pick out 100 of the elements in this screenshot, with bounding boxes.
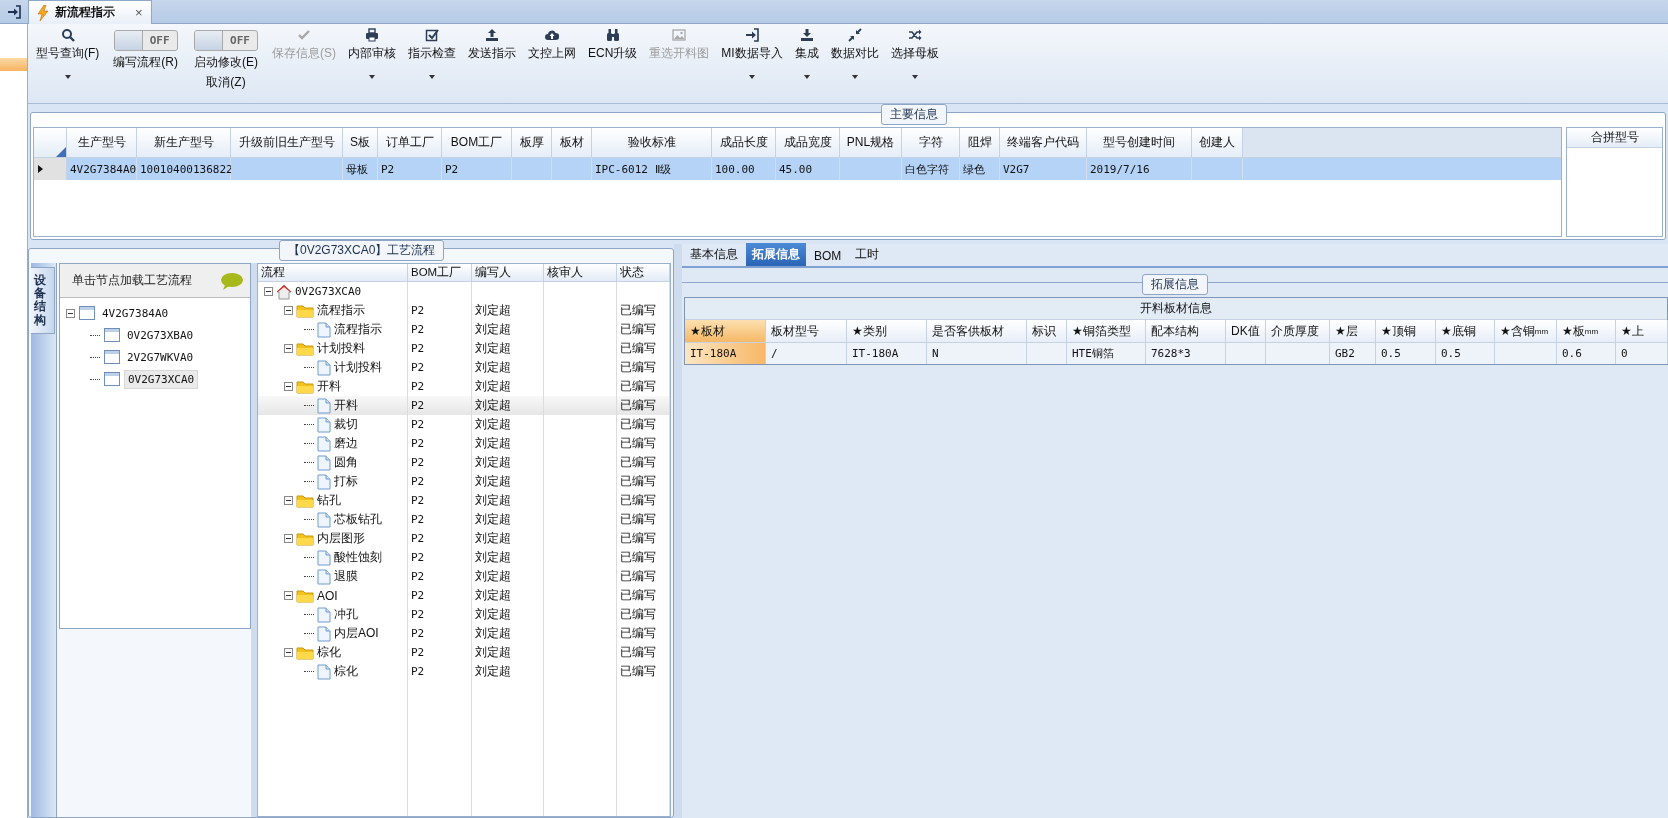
- toolbar-button[interactable]: MI数据导入: [715, 24, 789, 100]
- tree-item[interactable]: 4V2G7384A0: [99, 304, 172, 322]
- toolbar-button[interactable]: 选择母板: [884, 24, 945, 100]
- tree-row[interactable]: AOI P2 刘定超 已编写: [258, 586, 670, 605]
- close-button[interactable]: ×: [135, 5, 143, 20]
- column-header[interactable]: 配本结构: [1146, 320, 1226, 342]
- vertical-tab[interactable]: 设备结构: [31, 267, 55, 334]
- tree-row[interactable]: 磨边 P2 刘定超 已编写: [258, 434, 670, 453]
- column-header[interactable]: ★类别: [847, 320, 927, 342]
- toolbar-button[interactable]: ECN升级: [582, 24, 644, 100]
- toolbar-button[interactable]: 型号查询(F): [30, 24, 106, 100]
- tree-item[interactable]: 2V2G7WKVA0: [124, 348, 197, 366]
- table-cell: P2: [411, 399, 425, 412]
- column-header[interactable]: 订单工厂: [378, 128, 442, 158]
- tree-row[interactable]: 棕化 P2 刘定超 已编写: [258, 643, 670, 662]
- tree-row[interactable]: 内层图形 P2 刘定超 已编写: [258, 529, 670, 548]
- collapse-icon[interactable]: [264, 287, 273, 296]
- tab[interactable]: 工时: [849, 243, 886, 266]
- collapse-icon[interactable]: [284, 382, 293, 391]
- column-header[interactable]: 生产型号: [67, 128, 137, 158]
- collapse-icon[interactable]: [284, 648, 293, 657]
- column-header[interactable]: ★上: [1616, 320, 1668, 342]
- column-header[interactable]: S板: [343, 128, 378, 158]
- tree-row[interactable]: 冲孔 P2 刘定超 已编写: [258, 605, 670, 624]
- tree-label: 裁切: [334, 416, 358, 433]
- table-row[interactable]: 4V2G7384A0 10010400136822 母板 P2 P2 IPC-6012 Ⅱ级 100.00 45.00 白色字符 绿色 V2G7 2019/7/16: [34, 158, 1561, 180]
- toolbar-button[interactable]: 指示检查: [402, 24, 462, 100]
- table-cell: P2: [411, 456, 425, 469]
- tree-item[interactable]: 0V2G73XCA0: [124, 369, 199, 389]
- column-header[interactable]: 核审人: [544, 264, 617, 281]
- tree-row[interactable]: 流程指示 P2 刘定超 已编写: [258, 320, 670, 339]
- collapse-icon[interactable]: [284, 496, 293, 505]
- toolbar-button[interactable]: 发送指示: [462, 24, 522, 100]
- column-header[interactable]: PNL规格: [840, 128, 902, 158]
- tree-row[interactable]: 开料 P2 刘定超 已编写: [258, 396, 670, 415]
- column-header[interactable]: ★铜箔类型: [1067, 320, 1146, 342]
- column-header[interactable]: BOM工厂: [408, 264, 472, 281]
- tree-row[interactable]: 退膜 P2 刘定超 已编写: [258, 567, 670, 586]
- toolbar-button[interactable]: 文控上网: [522, 24, 582, 100]
- table-cell: 0.6: [1557, 342, 1616, 364]
- column-header[interactable]: ★顶铜: [1376, 320, 1436, 342]
- table-cell: 刘定超: [475, 625, 511, 642]
- column-header[interactable]: 新生产型号: [137, 128, 231, 158]
- collapse-icon[interactable]: [284, 591, 293, 600]
- column-header[interactable]: 成品长度: [712, 128, 776, 158]
- column-header[interactable]: 字符: [902, 128, 960, 158]
- sign-in-icon[interactable]: [7, 4, 21, 19]
- tree-row[interactable]: 棕化 P2 刘定超 已编写: [258, 662, 670, 681]
- tree-item[interactable]: 0V2G73XBA0: [124, 326, 197, 344]
- column-header[interactable]: ★层: [1330, 320, 1376, 342]
- column-header[interactable]: 终端客户代码: [1000, 128, 1087, 158]
- column-header[interactable]: ★板材: [685, 320, 766, 342]
- column-header[interactable]: 板材: [552, 128, 592, 158]
- column-header[interactable]: 标识: [1027, 320, 1067, 342]
- column-header[interactable]: 阻焊: [960, 128, 1000, 158]
- tab[interactable]: BOM: [808, 246, 848, 266]
- table-cell: GB2: [1330, 342, 1376, 364]
- tab[interactable]: 拓展信息: [746, 243, 806, 266]
- tree-row[interactable]: 打标 P2 刘定超 已编写: [258, 472, 670, 491]
- column-header[interactable]: BOM工厂: [442, 128, 512, 158]
- tree-row[interactable]: 裁切 P2 刘定超 已编写: [258, 415, 670, 434]
- toggle-switch[interactable]: OFF: [113, 30, 178, 51]
- column-header[interactable]: 状态: [617, 264, 670, 281]
- table-cell: 刘定超: [475, 340, 511, 357]
- column-header[interactable]: 成品宽度: [776, 128, 840, 158]
- collapse-icon[interactable]: [284, 534, 293, 543]
- collapse-icon[interactable]: [284, 344, 293, 353]
- column-header[interactable]: 型号创建时间: [1087, 128, 1192, 158]
- tree-row[interactable]: 酸性蚀刻 P2 刘定超 已编写: [258, 548, 670, 567]
- tree-row[interactable]: 0V2G73XCA0: [258, 282, 670, 301]
- table-cell: 已编写: [620, 359, 656, 376]
- tree-row[interactable]: 计划投料 P2 刘定超 已编写: [258, 358, 670, 377]
- tree-row[interactable]: 内层AOI P2 刘定超 已编写: [258, 624, 670, 643]
- table-cell: P2: [411, 475, 425, 488]
- collapse-icon[interactable]: [284, 306, 293, 315]
- column-header[interactable]: 合拼型号: [1567, 128, 1662, 148]
- tree-row[interactable]: 计划投料 P2 刘定超 已编写: [258, 339, 670, 358]
- column-header[interactable]: 板材型号: [766, 320, 847, 342]
- document-tab[interactable]: 新流程指示 ×: [28, 0, 152, 24]
- column-header[interactable]: 流程: [258, 264, 408, 281]
- collapse-icon[interactable]: [66, 308, 75, 318]
- tree-row[interactable]: 圆角 P2 刘定超 已编写: [258, 453, 670, 472]
- column-header[interactable]: ★底铜: [1436, 320, 1495, 342]
- column-header[interactable]: 验收标准: [592, 128, 712, 158]
- tab[interactable]: 基本信息: [684, 243, 744, 266]
- tree-row[interactable]: 流程指示 P2 刘定超 已编写: [258, 301, 670, 320]
- column-header[interactable]: DK值: [1226, 320, 1266, 342]
- column-header[interactable]: 创建人: [1192, 128, 1243, 158]
- tree-row[interactable]: 钻孔 P2 刘定超 已编写: [258, 491, 670, 510]
- table-cell: [1226, 342, 1266, 364]
- toolbar-button[interactable]: 数据对比: [824, 24, 885, 100]
- column-header[interactable]: 是否客供板材: [927, 320, 1027, 342]
- column-header[interactable]: 介质厚度: [1266, 320, 1330, 342]
- column-header[interactable]: 升级前旧生产型号: [231, 128, 343, 158]
- column-header[interactable]: 编写人: [472, 264, 544, 281]
- tree-row[interactable]: 芯板钻孔 P2 刘定超 已编写: [258, 510, 670, 529]
- toolbar-button[interactable]: 内部审核: [342, 24, 402, 100]
- toggle-switch[interactable]: OFF: [194, 30, 258, 51]
- toolbar-button[interactable]: 集成: [788, 24, 825, 100]
- column-header[interactable]: 板厚: [512, 128, 552, 158]
